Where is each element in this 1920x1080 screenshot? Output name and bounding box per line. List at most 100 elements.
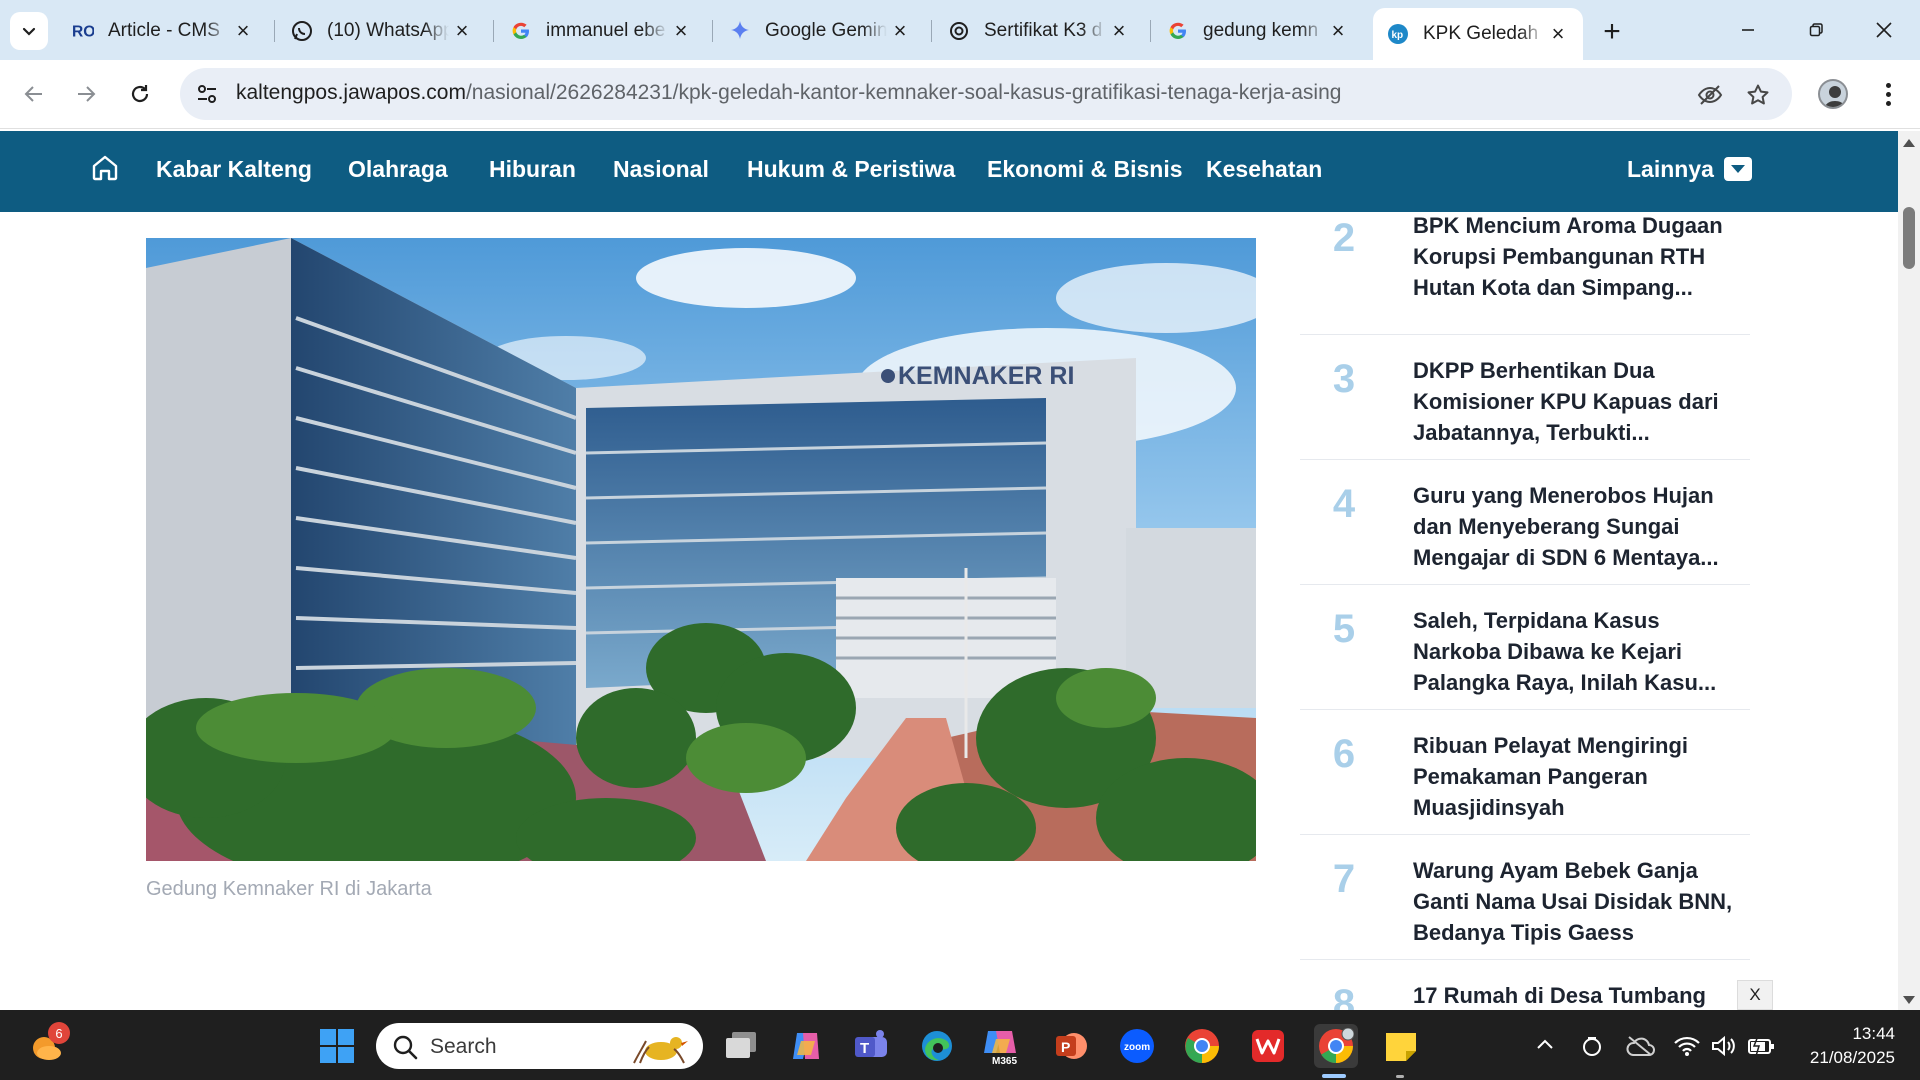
forward-button[interactable] (66, 74, 106, 114)
edge-icon (922, 1031, 952, 1061)
back-button[interactable] (14, 74, 54, 114)
start-button[interactable] (318, 1027, 356, 1065)
taskview-app[interactable] (722, 1027, 760, 1065)
scroll-thumb[interactable] (1903, 207, 1915, 269)
tab-gemini[interactable]: Google Gemini × (715, 10, 925, 52)
scroll-down-icon[interactable] (1903, 996, 1915, 1004)
taskbar-clock[interactable]: 13:44 21/08/2025 (1785, 1022, 1895, 1070)
tray-overflow-button[interactable] (1533, 1032, 1557, 1056)
circle-badge-icon (1583, 1037, 1601, 1056)
edge-app[interactable] (918, 1027, 956, 1065)
popular-title[interactable]: Ribuan Pelayat Mengiringi Pemakaman Pang… (1413, 730, 1743, 823)
popular-title[interactable]: 17 Rumah di Desa Tumbang Manyarung Terse… (1413, 980, 1743, 1010)
close-icon[interactable]: × (230, 18, 256, 44)
wifi-tray[interactable] (1673, 1032, 1701, 1060)
popular-item[interactable]: 4 Guru yang Menerobos Hujan dan Menyeber… (1300, 460, 1750, 585)
profile-avatar[interactable] (1818, 79, 1848, 109)
close-icon[interactable]: × (1545, 21, 1571, 47)
nav-lainnya[interactable]: Lainnya (1627, 156, 1714, 183)
popular-title[interactable]: DKPP Berhentikan Dua Komisioner KPU Kapu… (1413, 355, 1743, 448)
nav-ekonomi-bisnis[interactable]: Ekonomi & Bisnis (987, 156, 1183, 183)
tab-title: Google Gemini (765, 20, 887, 41)
nav-kesehatan[interactable]: Kesehatan (1206, 156, 1322, 183)
new-tab-button[interactable]: + (1594, 14, 1630, 50)
building-sign: KEMNAKER RI (898, 362, 1074, 390)
wps-app[interactable] (1249, 1027, 1287, 1065)
popular-title[interactable]: BPK Mencium Aroma Dugaan Korupsi Pembang… (1413, 210, 1743, 303)
close-icon[interactable]: × (668, 18, 694, 44)
weather-widget[interactable]: 6 (30, 1022, 70, 1062)
onedrive-tray[interactable] (1625, 1032, 1655, 1060)
close-window-button[interactable] (1856, 8, 1912, 52)
address-bar[interactable]: kaltengpos.jawapos.com/nasional/26262842… (180, 68, 1792, 120)
minimize-button[interactable] (1720, 8, 1776, 52)
bookmark-star-icon[interactable] (1744, 81, 1772, 109)
home-icon[interactable] (90, 153, 120, 183)
powerpoint-icon: P (1056, 1033, 1087, 1059)
page-scrollbar[interactable] (1898, 131, 1920, 1010)
popular-rank: 8 (1332, 982, 1356, 1010)
popular-item[interactable]: 2 BPK Mencium Aroma Dugaan Korupsi Pemba… (1300, 210, 1750, 335)
nav-hukum-peristiwa[interactable]: Hukum & Peristiwa (747, 156, 955, 183)
chrome-icon (1185, 1029, 1219, 1063)
arrow-left-icon (24, 86, 42, 102)
sticky-notes-app[interactable] (1382, 1027, 1420, 1065)
site-navigation: Kabar Kalteng Olahraga Hiburan Nasional … (0, 131, 1898, 212)
browser-menu-button[interactable] (1873, 76, 1903, 112)
copilot-app[interactable] (787, 1027, 825, 1065)
powerpoint-app[interactable]: P (1052, 1027, 1090, 1065)
kaltengpos-icon: kp (1387, 23, 1409, 45)
close-icon (1876, 22, 1892, 38)
copilot-icon (793, 1033, 819, 1059)
tab-kpk-geledah[interactable]: kp KPK Geledah K × (1373, 8, 1583, 60)
nav-hiburan[interactable]: Hiburan (489, 156, 576, 183)
caret-down-icon[interactable] (1724, 157, 1752, 181)
popular-item[interactable]: 3 DKPP Berhentikan Dua Komisioner KPU Ka… (1300, 335, 1750, 460)
tab-article-cms[interactable]: RO Article - CMS × (58, 10, 268, 52)
tab-google-gedung[interactable]: gedung kemn × (1153, 10, 1363, 52)
tray-app[interactable] (1578, 1032, 1606, 1060)
popular-item[interactable]: 7 Warung Ayam Bebek Ganja Ganti Nama Usa… (1300, 835, 1750, 960)
tab-title: (10) WhatsApp (327, 20, 449, 41)
openai-icon (948, 20, 970, 42)
tab-search-button[interactable] (10, 12, 48, 50)
wifi-icon (1674, 1036, 1700, 1056)
popular-title[interactable]: Warung Ayam Bebek Ganja Ganti Nama Usai … (1413, 855, 1743, 948)
popular-title[interactable]: Saleh, Terpidana Kasus Narkoba Dibawa ke… (1413, 605, 1743, 698)
popular-item[interactable]: 6 Ribuan Pelayat Mengiringi Pemakaman Pa… (1300, 710, 1750, 835)
tab-sertifikat[interactable]: Sertifikat K3 d × (934, 10, 1144, 52)
popular-item[interactable]: 5 Saleh, Terpidana Kasus Narkoba Dibawa … (1300, 585, 1750, 710)
site-info-icon[interactable] (194, 81, 220, 107)
scroll-up-icon[interactable] (1903, 139, 1915, 147)
tab-strip: RO Article - CMS × (10) WhatsApp × imman… (0, 0, 1920, 60)
nav-olahraga[interactable]: Olahraga (348, 156, 448, 183)
svg-text:RO: RO (72, 24, 94, 41)
eye-off-icon[interactable] (1696, 81, 1724, 109)
teams-app[interactable]: T (852, 1027, 890, 1065)
chrome-app[interactable] (1183, 1027, 1221, 1065)
volume-tray[interactable] (1710, 1032, 1738, 1060)
popular-title[interactable]: Guru yang Menerobos Hujan dan Menyeberan… (1413, 480, 1743, 573)
close-icon[interactable]: × (449, 18, 475, 44)
popular-item[interactable]: 8 17 Rumah di Desa Tumbang Manyarung Ter… (1300, 960, 1750, 1010)
svg-text:P: P (1061, 1039, 1070, 1055)
tab-google-search[interactable]: immanuel ebe × (496, 10, 706, 52)
zoom-label: zoom (1124, 1042, 1150, 1053)
overlay-close-button[interactable]: X (1737, 980, 1773, 1010)
close-icon[interactable]: × (887, 18, 913, 44)
chrome-profile-app[interactable] (1314, 1024, 1358, 1068)
zoom-app[interactable]: zoom (1118, 1027, 1156, 1065)
m365-app[interactable]: M365 (982, 1027, 1024, 1065)
restore-button[interactable] (1788, 8, 1844, 52)
nav-kabar-kalteng[interactable]: Kabar Kalteng (156, 156, 312, 183)
reload-button[interactable] (120, 74, 160, 114)
close-icon[interactable]: × (1106, 18, 1132, 44)
taskbar-search[interactable]: Search (376, 1023, 703, 1069)
nav-nasional[interactable]: Nasional (613, 156, 709, 183)
battery-tray[interactable] (1746, 1032, 1776, 1060)
url-text[interactable]: kaltengpos.jawapos.com/nasional/26262842… (236, 81, 1341, 105)
close-icon[interactable]: × (1325, 18, 1351, 44)
popular-rank: 5 (1332, 607, 1356, 651)
tab-whatsapp[interactable]: (10) WhatsApp × (277, 10, 487, 52)
tab-divider (493, 20, 494, 42)
